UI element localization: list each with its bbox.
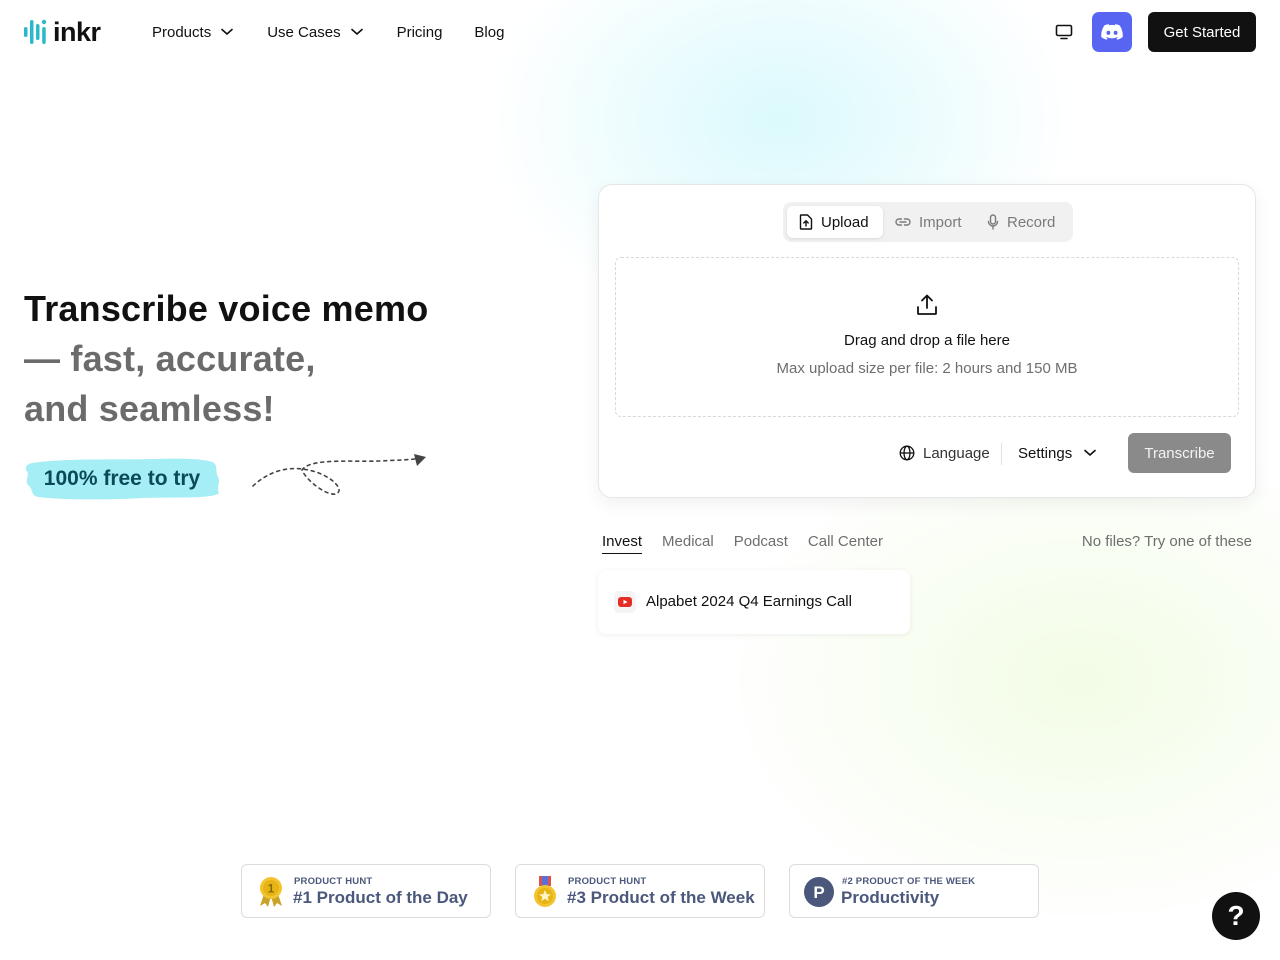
help-button[interactable]: ? — [1212, 892, 1260, 940]
upload-icon — [917, 294, 937, 315]
nav-products-label: Products — [152, 23, 212, 41]
product-hunt-badge[interactable]: PRODUCT HUNT #3 Product of the Week — [515, 864, 765, 918]
badge-source: PRODUCT HUNT — [568, 876, 647, 887]
star-medal-icon — [534, 876, 556, 907]
free-trial-badge: 100% free to try — [24, 457, 220, 501]
nav-pricing[interactable]: Pricing — [397, 20, 443, 44]
chevron-down-icon — [221, 28, 234, 35]
badge-title: Productivity — [841, 888, 940, 907]
toolbar-divider — [1001, 443, 1002, 465]
language-label: Language — [923, 444, 990, 462]
tab-import[interactable]: Import — [891, 206, 975, 238]
language-selector[interactable]: Language — [899, 443, 990, 463]
microphone-icon — [987, 214, 999, 230]
badge-source: PRODUCT HUNT — [294, 876, 373, 887]
tab-podcast[interactable]: Podcast — [734, 532, 788, 554]
gold-medal-icon: 1 — [260, 877, 282, 907]
tab-call-center[interactable]: Call Center — [808, 532, 883, 554]
site-header: inkr Products Use Cases Pricing Blog Get… — [0, 0, 1280, 64]
nav-products[interactable]: Products — [152, 20, 234, 44]
hero-title-line2: — fast, accurate, — [24, 338, 316, 379]
dashed-arrow-icon — [252, 454, 426, 495]
hero-title-line1: Transcribe voice memo — [24, 288, 429, 329]
product-hunt-logo-icon: P — [804, 877, 834, 907]
main-nav: Products Use Cases Pricing Blog — [152, 20, 504, 44]
tab-medical[interactable]: Medical — [662, 532, 714, 554]
discord-icon — [1101, 24, 1123, 40]
discord-button[interactable] — [1092, 12, 1132, 52]
nav-use-cases[interactable]: Use Cases — [267, 20, 363, 44]
globe-icon — [899, 445, 915, 461]
product-hunt-badge[interactable]: P #2 PRODUCT OF THE WEEK Productivity — [789, 864, 1039, 918]
product-hunt-badge[interactable]: 1 PRODUCT HUNT #1 Product of the Day — [241, 864, 491, 918]
tab-invest[interactable]: Invest — [602, 532, 643, 554]
chevron-down-icon — [1084, 449, 1097, 456]
hero-title: Transcribe voice memo — fast, accurate, … — [24, 284, 504, 434]
tab-import-label: Import — [919, 213, 962, 231]
tab-upload-label: Upload — [821, 213, 869, 231]
transcribe-button[interactable]: Transcribe — [1128, 433, 1231, 473]
logo-mark-icon — [24, 19, 47, 44]
settings-dropdown[interactable]: Settings — [1018, 443, 1097, 463]
sample-item[interactable]: Alpabet 2024 Q4 Earnings Call — [598, 570, 910, 634]
badge-title: #1 Product of the Day — [293, 888, 468, 907]
nav-blog[interactable]: Blog — [474, 20, 504, 44]
chevron-down-icon — [350, 28, 363, 35]
tab-upload[interactable]: Upload — [787, 206, 883, 238]
link-icon — [895, 218, 911, 226]
file-dropzone[interactable]: Drag and drop a file here Max upload siz… — [615, 257, 1239, 417]
logo[interactable]: inkr — [24, 18, 101, 46]
drop-subtitle: Max upload size per file: 2 hours and 15… — [776, 360, 1078, 377]
sample-title: Alpabet 2024 Q4 Earnings Call — [646, 593, 852, 610]
free-trial-text: 100% free to try — [43, 467, 201, 490]
tab-record[interactable]: Record — [981, 206, 1069, 238]
file-upload-icon — [799, 214, 813, 230]
settings-label: Settings — [1018, 444, 1073, 462]
upload-card: Upload Import Record Drag and drop a fil… — [598, 184, 1256, 498]
hero-title-line3: and seamless! — [24, 388, 275, 429]
tab-record-label: Record — [1007, 213, 1056, 231]
nav-use-cases-label: Use Cases — [267, 23, 341, 41]
drop-title: Drag and drop a file here — [844, 332, 1010, 349]
logo-text: inkr — [53, 17, 101, 47]
source-tabs: Upload Import Record — [783, 202, 1073, 242]
sample-category-tabs: Invest Medical Podcast Call Center — [602, 532, 903, 554]
monitor-button[interactable] — [1048, 16, 1080, 48]
medal-rank-text: 1 — [268, 882, 275, 896]
monitor-icon — [1055, 24, 1073, 40]
get-started-button[interactable]: Get Started — [1148, 12, 1256, 52]
badge-title: #3 Product of the Week — [567, 888, 755, 907]
logo-letter-text: P — [813, 883, 824, 902]
badge-source: #2 PRODUCT OF THE WEEK — [842, 876, 976, 887]
youtube-icon — [614, 591, 636, 613]
sample-hint: No files? Try one of these — [1081, 533, 1252, 550]
